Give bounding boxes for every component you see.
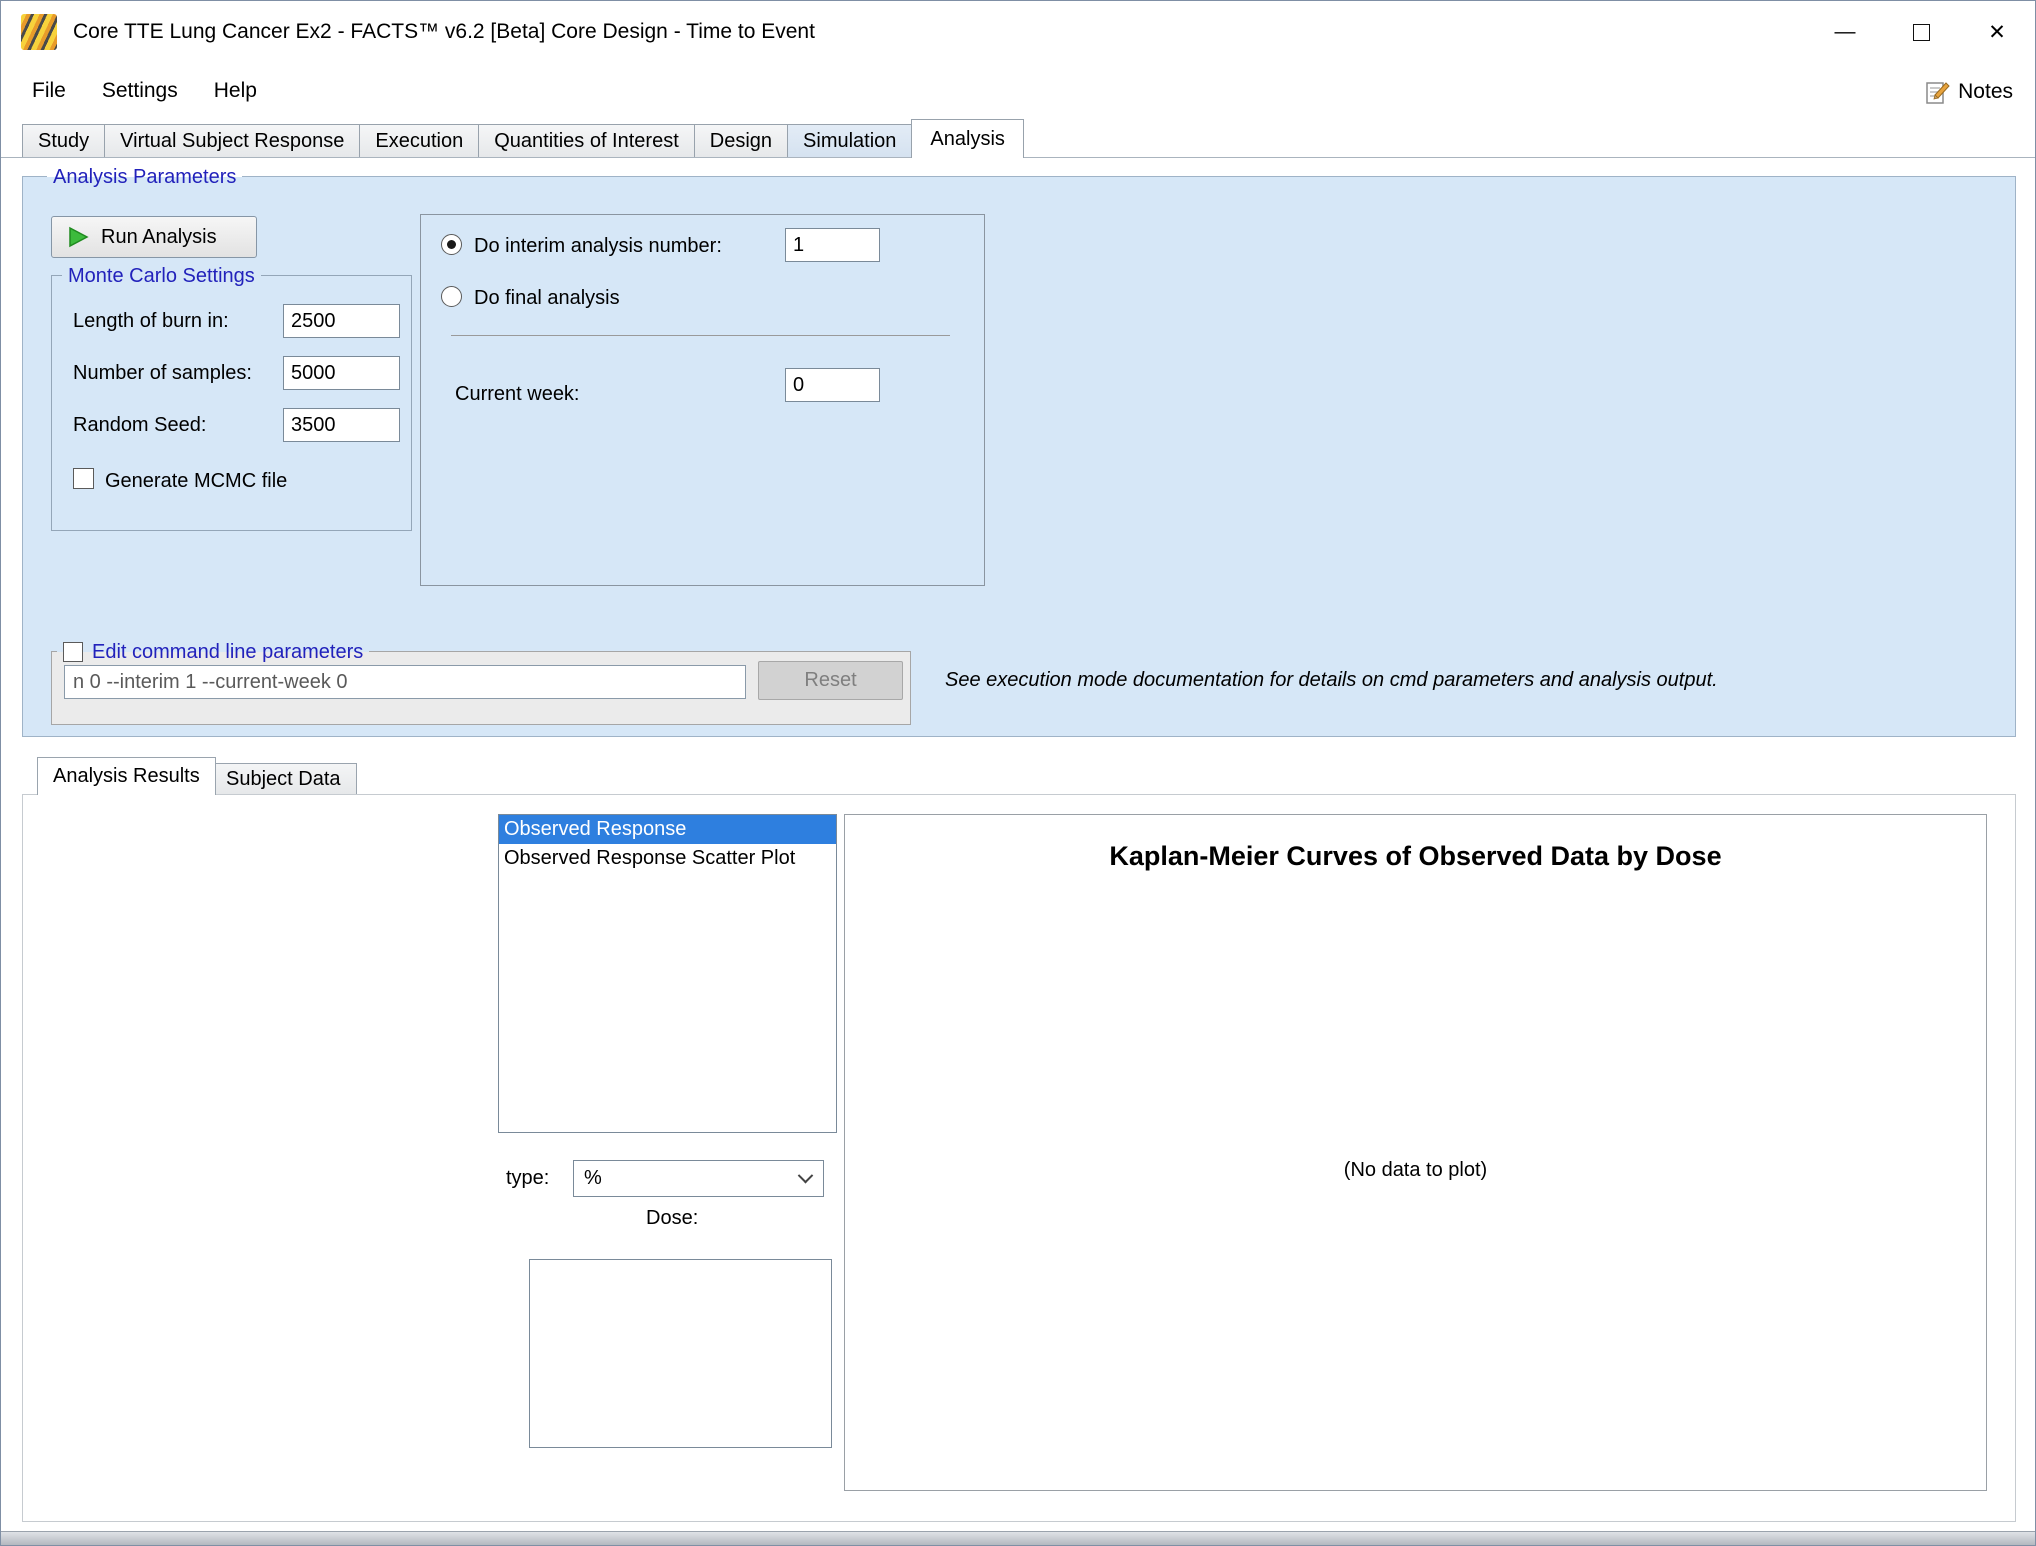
edit-cmd-label: Edit command line parameters xyxy=(92,639,363,665)
tab-virtual-subject-response[interactable]: Virtual Subject Response xyxy=(104,124,360,157)
interim-number-input[interactable] xyxy=(785,228,880,262)
tab-design[interactable]: Design xyxy=(694,124,788,157)
run-analysis-label: Run Analysis xyxy=(101,226,217,249)
plot-area: Kaplan-Meier Curves of Observed Data by … xyxy=(844,814,1987,1491)
random-seed-label: Random Seed: xyxy=(73,414,206,437)
type-combobox[interactable]: % xyxy=(573,1160,824,1197)
current-week-label: Current week: xyxy=(455,383,580,406)
current-week-input[interactable] xyxy=(785,368,880,402)
title-bar: Core TTE Lung Cancer Ex2 - FACTS™ v6.2 [… xyxy=(1,1,2035,63)
notes-label: Notes xyxy=(1958,80,2013,104)
result-type-list[interactable]: Observed Response Observed Response Scat… xyxy=(498,814,837,1133)
list-item-observed-response[interactable]: Observed Response xyxy=(499,815,836,844)
plot-title: Kaplan-Meier Curves of Observed Data by … xyxy=(845,841,1986,872)
cmd-group: Edit command line parameters Reset xyxy=(51,651,911,725)
run-analysis-button[interactable]: Run Analysis xyxy=(51,216,257,258)
tab-analysis-results[interactable]: Analysis Results xyxy=(37,757,216,795)
cmd-note: See execution mode documentation for det… xyxy=(945,669,1718,692)
plot-empty-text: (No data to plot) xyxy=(845,1159,1986,1182)
window-controls: — ✕ xyxy=(1807,1,2035,63)
menu-settings[interactable]: Settings xyxy=(84,70,196,112)
minimize-icon: — xyxy=(1835,20,1856,44)
play-icon xyxy=(66,225,90,249)
cmd-legend: Edit command line parameters xyxy=(57,639,369,665)
analysis-parameters-group: Analysis Parameters Run Analysis Monte C… xyxy=(22,176,2016,737)
type-label: type: xyxy=(506,1167,549,1190)
tab-subject-data[interactable]: Subject Data xyxy=(210,763,357,794)
menu-file[interactable]: File xyxy=(14,70,84,112)
monte-carlo-group: Monte Carlo Settings Length of burn in: … xyxy=(51,275,412,531)
close-button[interactable]: ✕ xyxy=(1959,1,2035,63)
cmd-input[interactable] xyxy=(64,665,746,699)
maximize-button[interactable] xyxy=(1883,1,1959,63)
reset-button[interactable]: Reset xyxy=(758,661,903,700)
monte-carlo-title: Monte Carlo Settings xyxy=(62,263,261,289)
interim-analysis-label: Do interim analysis number: xyxy=(474,235,722,258)
edit-cmd-checkbox[interactable] xyxy=(63,642,83,662)
tab-study[interactable]: Study xyxy=(22,124,105,157)
maximize-icon xyxy=(1913,24,1930,41)
window-title: Core TTE Lung Cancer Ex2 - FACTS™ v6.2 [… xyxy=(73,1,815,63)
dose-list[interactable] xyxy=(529,1259,832,1448)
generate-mcmc-checkbox[interactable] xyxy=(73,468,94,489)
minimize-button[interactable]: — xyxy=(1807,1,1883,63)
type-value: % xyxy=(584,1167,602,1190)
tab-analysis[interactable]: Analysis xyxy=(911,119,1023,158)
interim-analysis-radio[interactable] xyxy=(441,234,462,255)
window-bottom-edge xyxy=(1,1531,2035,1545)
results-panel: Observed Response Observed Response Scat… xyxy=(22,794,2016,1522)
notes-icon xyxy=(1924,79,1951,105)
dose-label: Dose: xyxy=(646,1207,698,1230)
menu-help[interactable]: Help xyxy=(196,70,275,112)
app-window: Core TTE Lung Cancer Ex2 - FACTS™ v6.2 [… xyxy=(0,0,2036,1546)
close-icon: ✕ xyxy=(1988,20,2006,45)
num-samples-label: Number of samples: xyxy=(73,362,252,385)
tab-quantities-of-interest[interactable]: Quantities of Interest xyxy=(478,124,695,157)
menu-bar: File Settings Help Notes xyxy=(1,63,2035,119)
chevron-down-icon xyxy=(798,1168,814,1184)
analysis-parameters-title: Analysis Parameters xyxy=(47,164,242,190)
notes-button[interactable]: Notes xyxy=(1924,71,2013,113)
burn-in-input[interactable] xyxy=(283,304,400,338)
analysis-mode-group: Do interim analysis number: Do final ana… xyxy=(420,214,985,586)
random-seed-input[interactable] xyxy=(283,408,400,442)
final-analysis-label: Do final analysis xyxy=(474,287,620,310)
tab-execution[interactable]: Execution xyxy=(359,124,479,157)
tab-simulation[interactable]: Simulation xyxy=(787,124,912,157)
final-analysis-radio[interactable] xyxy=(441,286,462,307)
app-icon xyxy=(21,14,57,50)
main-tabstrip: Study Virtual Subject Response Execution… xyxy=(1,120,2035,158)
burn-in-label: Length of burn in: xyxy=(73,310,229,333)
num-samples-input[interactable] xyxy=(283,356,400,390)
separator-line xyxy=(451,335,950,336)
generate-mcmc-label: Generate MCMC file xyxy=(105,470,287,493)
list-item-observed-response-scatter[interactable]: Observed Response Scatter Plot xyxy=(499,844,836,873)
